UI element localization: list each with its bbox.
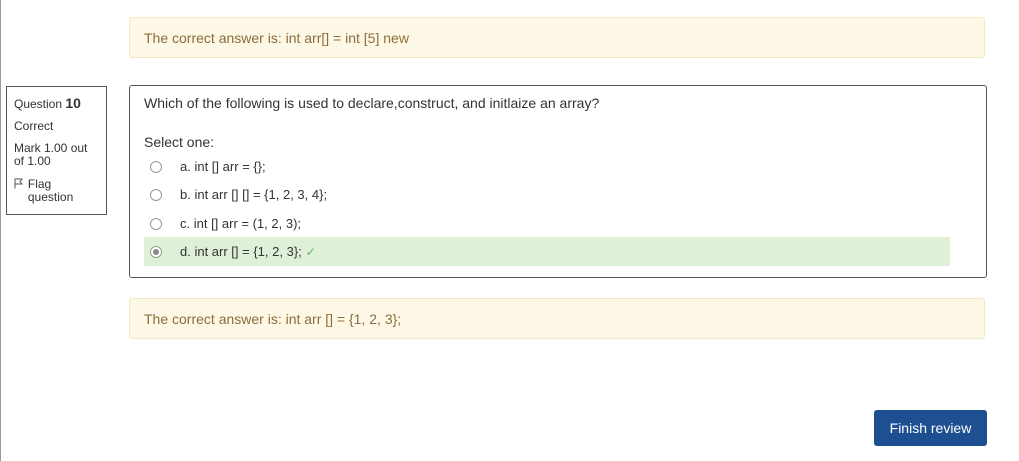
previous-question-feedback: The correct answer is: int arr[] = int […	[129, 17, 985, 58]
correct-check-icon: ✓	[305, 244, 316, 259]
flag-question-link[interactable]: Flag question	[14, 178, 99, 204]
option-label: d. int arr [] = {1, 2, 3};	[180, 244, 302, 259]
select-prompt: Select one:	[144, 134, 215, 150]
answer-option-d[interactable]: d. int arr [] = {1, 2, 3}; ✓	[144, 237, 950, 266]
radio-button[interactable]	[150, 188, 162, 201]
radio-button[interactable]	[150, 217, 162, 230]
question-text: Which of the following is used to declar…	[144, 95, 600, 111]
answer-option-c[interactable]: c. int [] arr = (1, 2, 3);	[144, 209, 950, 238]
question-box: Which of the following is used to declar…	[129, 85, 987, 278]
answer-option-a[interactable]: a. int [] arr = {};	[144, 152, 950, 181]
feedback-text: The correct answer is: int arr [] = {1, …	[144, 310, 402, 327]
question-info-panel: Question 10 Correct Mark 1.00 out of 1.0…	[6, 86, 107, 215]
option-label: b. int arr [] [] = {1, 2, 3, 4};	[180, 187, 328, 202]
option-label: a. int [] arr = {};	[180, 159, 266, 174]
question-number: Question 10	[14, 95, 81, 111]
correct-answer-feedback: The correct answer is: int arr [] = {1, …	[129, 298, 985, 339]
flag-label: Flag question	[27, 177, 74, 204]
answer-option-b[interactable]: b. int arr [] [] = {1, 2, 3, 4};	[144, 180, 950, 209]
radio-button-selected[interactable]	[150, 245, 162, 258]
flag-icon	[14, 178, 24, 204]
question-state: Correct	[14, 119, 54, 133]
question-grade: Mark 1.00 out of 1.00	[14, 141, 88, 168]
finish-review-button[interactable]: Finish review	[874, 410, 987, 446]
page-left-border	[0, 0, 1, 461]
option-label: c. int [] arr = (1, 2, 3);	[180, 216, 302, 231]
feedback-text: The correct answer is: int arr[] = int […	[144, 29, 409, 46]
radio-button[interactable]	[150, 160, 162, 173]
